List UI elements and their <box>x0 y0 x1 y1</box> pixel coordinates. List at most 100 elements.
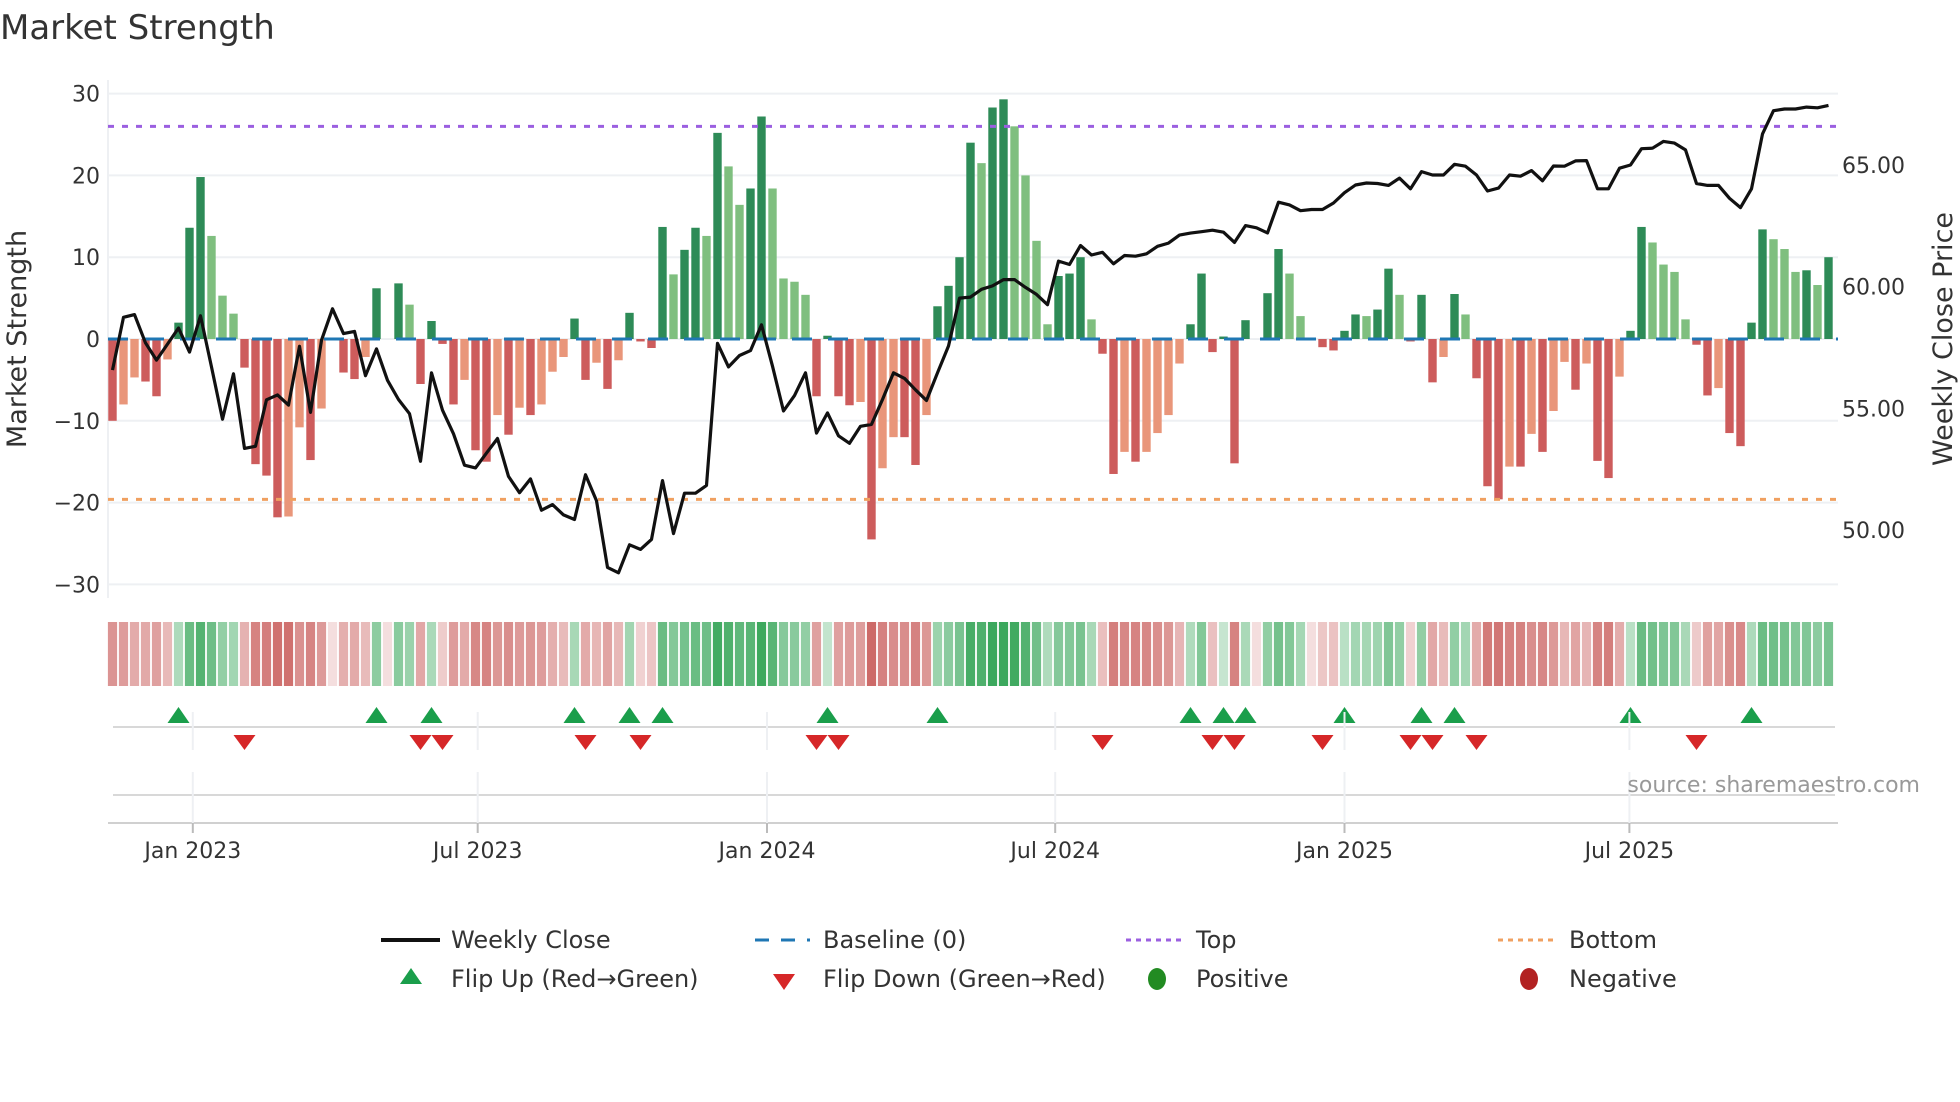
source-credit: source: sharemaestro.com <box>1627 773 1920 798</box>
positive-bar <box>1032 240 1041 339</box>
positive-bar <box>1296 316 1305 339</box>
strip-cell <box>1658 622 1669 686</box>
strip-cell <box>1218 622 1229 686</box>
flip-up-marker <box>1212 707 1235 723</box>
negative-bar <box>152 339 161 397</box>
flip-up-icon <box>400 968 422 984</box>
positive-bar <box>1263 293 1272 339</box>
positive-bar <box>713 132 722 339</box>
strip-cell <box>1317 622 1328 686</box>
strip-cell <box>1680 622 1691 686</box>
positive-bar <box>735 204 744 339</box>
strip-cell <box>1691 622 1702 686</box>
positive-bar <box>669 274 678 339</box>
strip-cell <box>1592 622 1603 686</box>
strip-cell <box>800 622 811 686</box>
negative-bar <box>1703 339 1712 396</box>
positive-bar <box>691 227 700 339</box>
flip-up-marker <box>926 707 949 723</box>
legend-bottom: Bottom <box>1569 926 1657 954</box>
negative-bar <box>636 339 645 342</box>
negative-bar <box>339 339 348 373</box>
strip-cell <box>1460 622 1471 686</box>
negative-bar <box>559 339 568 357</box>
y-tick-label: 20 <box>72 164 100 189</box>
strip-cell <box>162 622 173 686</box>
strip-cell <box>1295 622 1306 686</box>
flip-up-marker <box>167 707 190 723</box>
strip-cell <box>316 622 327 686</box>
x-tick-label: Jan 2025 <box>1294 839 1393 864</box>
strip-cell <box>371 622 382 686</box>
legend-weekly-close: Weekly Close <box>451 926 611 954</box>
positive-bar <box>1758 229 1767 339</box>
negative-bar <box>493 339 502 416</box>
strength-heat-strip <box>107 622 1834 686</box>
flip-down-marker <box>1465 735 1488 750</box>
strip-cell <box>327 622 338 686</box>
flip-down-marker <box>1223 735 1246 750</box>
negative-bar <box>1571 339 1580 390</box>
positive-bar <box>1637 226 1646 339</box>
strip-cell <box>690 622 701 686</box>
left-y-axis-label: Market Strength <box>2 230 33 448</box>
flip-down-marker <box>1311 735 1334 750</box>
x-tick-label: Jan 2024 <box>717 839 816 864</box>
flip-down-icon <box>773 974 795 990</box>
negative-bar <box>526 339 535 416</box>
positive-dot-icon <box>1148 968 1166 990</box>
negative-bar <box>515 339 524 408</box>
positive-bar <box>1076 257 1085 339</box>
positive-bar <box>625 312 634 339</box>
negative-bar <box>812 339 821 397</box>
legend: Weekly Close Baseline (0) Top Bottom Fli… <box>381 926 1677 993</box>
strip-cell <box>613 622 624 686</box>
positive-bar <box>1241 320 1250 339</box>
strip-cell <box>1273 622 1284 686</box>
strip-cell <box>503 622 514 686</box>
strip-cell <box>1614 622 1625 686</box>
y-tick-label: −20 <box>54 492 100 517</box>
y2-tick-label: 60.00 <box>1842 276 1905 301</box>
flip-down-marker <box>431 735 454 750</box>
strip-cell <box>1361 622 1372 686</box>
strip-cell <box>1735 622 1746 686</box>
strip-cell <box>1350 622 1361 686</box>
positive-bar <box>207 235 216 339</box>
positive-bar <box>1417 294 1426 339</box>
flip-up-marker <box>1234 707 1257 723</box>
flip-down-marker <box>629 735 652 750</box>
strip-cell <box>1405 622 1416 686</box>
negative-bar <box>1604 339 1613 479</box>
strip-cell <box>1031 622 1042 686</box>
strip-cell <box>1493 622 1504 686</box>
strip-cell <box>921 622 932 686</box>
strip-cell <box>1482 622 1493 686</box>
positive-bar <box>1021 175 1030 339</box>
x-axis: Jan 2023 Jul 2023 Jan 2024 Jul 2024 Jan 2025… <box>108 712 1838 864</box>
strip-cell <box>1746 622 1757 686</box>
strip-cell <box>206 622 217 686</box>
strip-cell <box>1383 622 1394 686</box>
negative-bar <box>1582 339 1591 364</box>
negative-bar <box>1549 339 1558 411</box>
negative-bar <box>911 339 920 465</box>
negative-bar <box>1483 339 1492 487</box>
positive-bar <box>1285 273 1294 339</box>
positive-bar <box>801 294 810 339</box>
positive-bar <box>1461 314 1470 339</box>
flip-up-marker <box>365 707 388 723</box>
positive-bar <box>1197 273 1206 339</box>
strip-cell <box>239 622 250 686</box>
strip-cell <box>173 622 184 686</box>
flip-down-marker <box>1399 735 1422 750</box>
strip-cell <box>1438 622 1449 686</box>
strip-cell <box>1097 622 1108 686</box>
flip-up-marker <box>618 707 641 723</box>
x-tick-label: Jul 2025 <box>1583 839 1675 864</box>
positive-bar <box>394 283 403 339</box>
strip-cell <box>514 622 525 686</box>
positive-bar <box>658 226 667 339</box>
strip-cell <box>954 622 965 686</box>
legend-positive: Positive <box>1196 965 1289 993</box>
